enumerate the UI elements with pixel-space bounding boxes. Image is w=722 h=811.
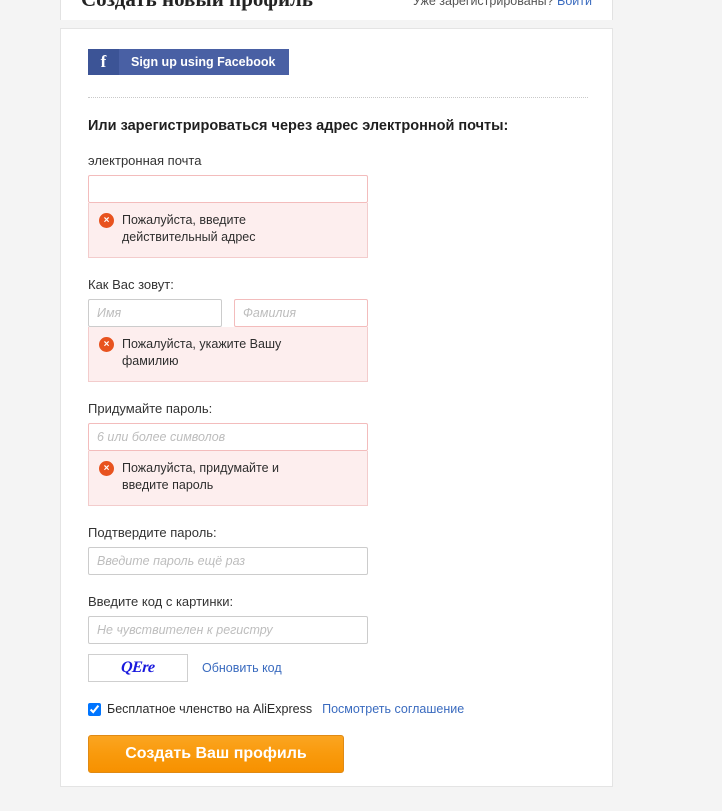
- name-row: [88, 299, 588, 327]
- captcha-image: QEre: [88, 654, 188, 682]
- page-title: Создать новый профиль: [81, 0, 313, 12]
- email-error-text: Пожалуйста, введите действительный адрес: [122, 213, 256, 244]
- password-error: × Пожалуйста, придумайте и введите парол…: [88, 451, 368, 506]
- confirm-password-label: Подтвердите пароль:: [88, 525, 217, 540]
- page-header: Создать новый профиль Уже зарегистрирова…: [60, 0, 613, 20]
- signup-form: f Sign up using Facebook Или зарегистрир…: [88, 49, 588, 773]
- captcha-row: QEre Обновить код: [88, 654, 588, 682]
- password-error-text: Пожалуйста, придумайте и введите пароль: [122, 461, 279, 492]
- confirm-password-input[interactable]: [88, 547, 368, 575]
- facebook-f-icon: f: [88, 49, 119, 75]
- login-hint: Уже зарегистрированы? Войти: [413, 0, 592, 8]
- view-agreement-link[interactable]: Посмотреть соглашение: [322, 702, 464, 716]
- login-hint-text: Уже зарегистрированы?: [412, 0, 554, 8]
- email-input[interactable]: [88, 175, 368, 203]
- last-name-input[interactable]: [234, 299, 368, 327]
- section-divider: [88, 97, 588, 98]
- captcha-input[interactable]: [88, 616, 368, 644]
- name-label: Как Вас зовут:: [88, 277, 174, 292]
- facebook-signup-button[interactable]: f Sign up using Facebook: [88, 49, 290, 75]
- login-link[interactable]: Войти: [557, 0, 592, 8]
- signup-page: Создать новый профиль Уже зарегистрирова…: [0, 0, 722, 811]
- password-label: Придумайте пароль:: [88, 401, 213, 416]
- email-error: × Пожалуйста, введите действительный адр…: [88, 203, 368, 258]
- free-membership-label: Бесплатное членство на AliExpress: [107, 702, 313, 716]
- captcha-label: Введите код с картинки:: [88, 594, 234, 609]
- agreement-row: Бесплатное членство на AliExpress Посмот…: [88, 702, 588, 716]
- facebook-signup-label: Sign up using Facebook: [131, 55, 276, 69]
- error-circle-icon: ×: [99, 461, 114, 476]
- email-label: электронная почта: [88, 153, 202, 168]
- signup-card: f Sign up using Facebook Или зарегистрир…: [60, 28, 613, 787]
- free-membership-checkbox[interactable]: [88, 702, 101, 716]
- refresh-captcha-link[interactable]: Обновить код: [202, 661, 282, 675]
- first-name-input[interactable]: [88, 299, 222, 327]
- email-section-heading: Или зарегистрироваться через адрес элект…: [88, 118, 509, 134]
- error-circle-icon: ×: [99, 337, 114, 352]
- captcha-image-text: QEre: [120, 659, 156, 676]
- create-profile-button[interactable]: Создать Ваш профиль: [88, 735, 344, 773]
- password-input[interactable]: [88, 423, 368, 451]
- error-circle-icon: ×: [99, 213, 114, 228]
- name-error: × Пожалуйста, укажите Вашу фамилию: [88, 327, 368, 382]
- name-error-text: Пожалуйста, укажите Вашу фамилию: [122, 337, 282, 368]
